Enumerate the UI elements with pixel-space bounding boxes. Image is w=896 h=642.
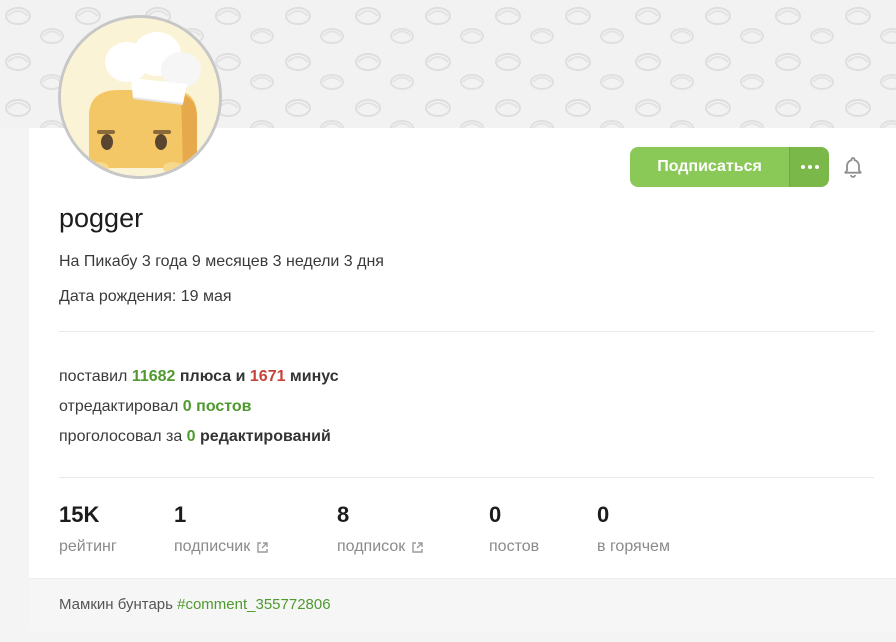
subscribe-button-group: Подписаться [630, 147, 829, 187]
activity-text: проголосовал за [59, 428, 187, 445]
stat-label: подписок [337, 538, 406, 555]
stat-value: 0 [489, 502, 502, 527]
stat-label: постов [489, 538, 540, 555]
note-text: Мамкин бунтарь [59, 596, 178, 613]
stat-hot: 0 в горячем [597, 502, 670, 556]
birthday: Дата рождения: 19 мая [59, 288, 232, 305]
activity-text: поставил [59, 368, 132, 385]
activity-edits: отредактировал 0 постов [59, 398, 252, 416]
stat-rating: 15K рейтинг [59, 502, 117, 556]
stat-value: 1 [174, 502, 187, 527]
stat-value: 0 [597, 502, 610, 527]
minus-count: 1671 [249, 368, 286, 385]
activity-text: отредактировал [59, 398, 183, 415]
divider [59, 331, 874, 332]
plus-count: 11682 [131, 368, 176, 385]
profile-card [29, 128, 896, 578]
stat-subscriptions[interactable]: 8 подписок [337, 502, 424, 556]
profile-note: Мамкин бунтарь #comment_355772806 [29, 578, 896, 631]
more-options-button[interactable] [789, 147, 829, 187]
external-link-icon [257, 541, 268, 553]
stat-label: рейтинг [59, 538, 117, 555]
activity-text: постов [191, 398, 252, 415]
stat-posts: 0 постов [489, 502, 539, 556]
username: pogger [59, 203, 144, 233]
activity-edit-votes: проголосовал за 0 редактирований [59, 428, 331, 446]
time-on-site: На Пикабу 3 года 9 месяцев 3 недели 3 дн… [59, 253, 384, 270]
stat-value: 15K [59, 502, 100, 527]
avatar-toast-chef-image [61, 18, 219, 176]
activity-votes: поставил 11682 плюса и 1671 минус [59, 368, 339, 386]
external-link-icon [412, 541, 423, 553]
divider [59, 477, 874, 478]
activity-text: редактирований [195, 428, 331, 445]
bell-icon [844, 157, 862, 178]
edit-votes-count: 0 [186, 428, 196, 445]
activity-text: минус [285, 368, 339, 385]
notifications-bell-button[interactable] [841, 155, 865, 179]
stat-label: в горячем [597, 538, 670, 555]
stat-subscribers[interactable]: 1 подписчик [174, 502, 269, 556]
profile-note-text: Мамкин бунтарь #comment_355772806 [59, 596, 331, 613]
more-dots-icon [800, 165, 819, 169]
subscribe-button[interactable]: Подписаться [630, 147, 789, 187]
stat-value: 8 [337, 502, 350, 527]
avatar[interactable] [58, 15, 222, 179]
edits-count: 0 [182, 398, 192, 415]
comment-link[interactable]: #comment_355772806 [177, 596, 330, 613]
stat-label: подписчик [174, 538, 251, 555]
activity-text: плюса и [175, 368, 250, 385]
